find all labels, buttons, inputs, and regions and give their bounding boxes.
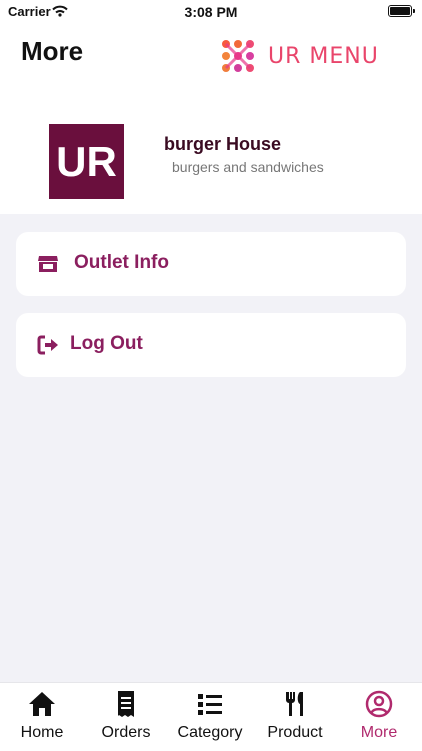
tab-home[interactable]: Home bbox=[0, 689, 84, 749]
tab-home-label: Home bbox=[20, 724, 64, 741]
logout-icon bbox=[36, 333, 60, 357]
list-icon bbox=[195, 689, 225, 719]
battery-icon bbox=[388, 5, 415, 17]
tab-product[interactable]: Product bbox=[253, 689, 337, 749]
tab-category-label: Category bbox=[177, 724, 243, 741]
clock-label: 3:08 PM bbox=[184, 4, 238, 20]
brand-name: UR MENU bbox=[268, 44, 379, 69]
home-icon bbox=[27, 689, 57, 719]
outlet-info-label: Outlet Info bbox=[74, 252, 169, 273]
user-circle-icon bbox=[364, 689, 394, 719]
header: More UR MENU UR burger House burgers and… bbox=[0, 22, 422, 214]
tab-category[interactable]: Category bbox=[168, 689, 252, 749]
store-avatar: UR bbox=[49, 124, 124, 199]
store-description: burgers and sandwiches bbox=[172, 159, 324, 175]
log-out-label: Log Out bbox=[70, 333, 143, 354]
page-title: More bbox=[21, 36, 84, 66]
tab-more[interactable]: More bbox=[337, 689, 421, 749]
tab-bar: Home Orders Category Product More bbox=[0, 682, 422, 751]
brand-logo: UR MENU bbox=[220, 38, 400, 78]
receipt-icon bbox=[111, 689, 141, 719]
tab-more-label: More bbox=[360, 724, 398, 741]
status-bar: Carrier 3:08 PM bbox=[0, 0, 422, 22]
logo-mark-icon bbox=[222, 40, 254, 72]
store-icon bbox=[36, 252, 60, 276]
tab-orders[interactable]: Orders bbox=[84, 689, 168, 749]
utensils-icon bbox=[280, 689, 310, 719]
store-name: burger House bbox=[164, 134, 282, 154]
tab-orders-label: Orders bbox=[101, 724, 151, 741]
tab-product-label: Product bbox=[267, 724, 323, 741]
outlet-info-button[interactable]: Outlet Info bbox=[16, 232, 406, 296]
log-out-button[interactable]: Log Out bbox=[16, 313, 406, 377]
